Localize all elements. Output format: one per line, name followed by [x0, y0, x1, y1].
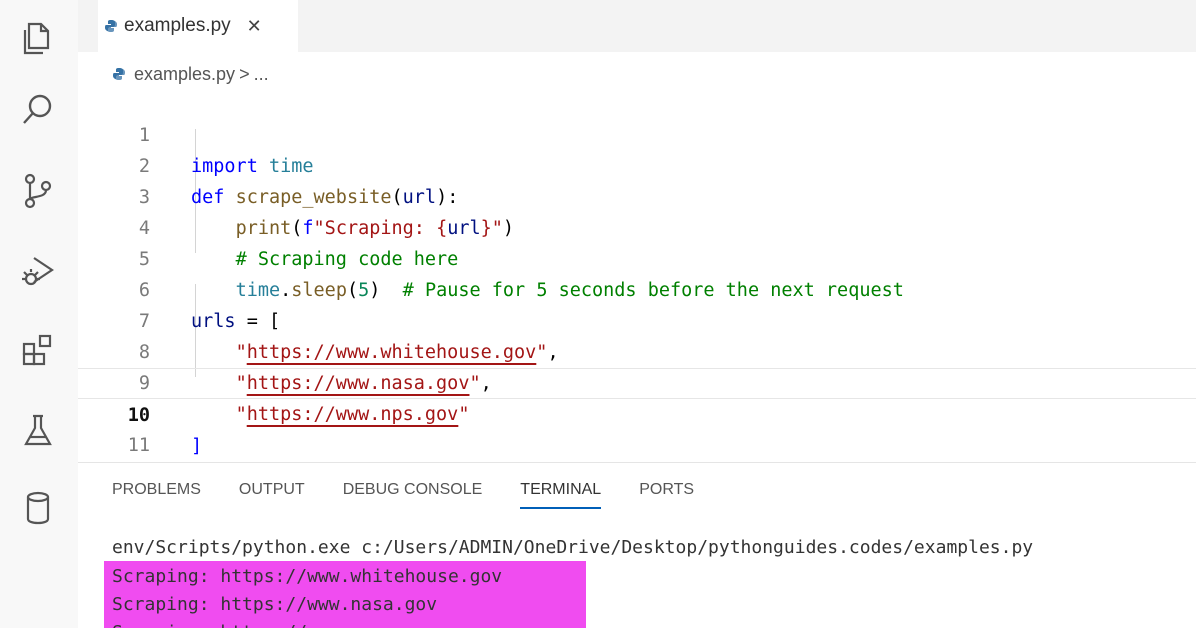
- breadcrumb: examples.py > ...: [112, 60, 269, 88]
- code-line-current[interactable]: 10 ]: [78, 368, 1196, 457]
- tab-ports[interactable]: PORTS: [639, 481, 694, 509]
- code-editor[interactable]: 1 import time 2 def scrape_website(url):…: [78, 88, 1196, 518]
- database-icon[interactable]: [18, 488, 58, 528]
- source-control-icon[interactable]: [18, 170, 58, 210]
- tab-debug-console[interactable]: DEBUG CONSOLE: [343, 481, 483, 509]
- activity-bar: [0, 0, 78, 628]
- search-icon[interactable]: [18, 90, 58, 130]
- close-icon[interactable]: ✕: [247, 16, 262, 37]
- editor-tab-bar: examples.py ✕: [78, 0, 1196, 52]
- tab-output[interactable]: OUTPUT: [239, 481, 305, 509]
- breadcrumb-file[interactable]: examples.py: [134, 64, 235, 85]
- terminal-output-line[interactable]: Scraping: https://www.whitehouse.gov: [112, 563, 502, 591]
- code-line[interactable]: 3 print(f"Scraping: {url}"): [78, 151, 1196, 239]
- tab-examples-py[interactable]: examples.py ✕: [98, 0, 298, 52]
- code-line[interactable]: 9 "https://www.nps.gov": [78, 337, 1196, 425]
- tab-terminal[interactable]: TERMINAL: [520, 481, 602, 509]
- bottom-panel: PROBLEMS OUTPUT DEBUG CONSOLE TERMINAL P…: [78, 462, 1196, 628]
- code-line[interactable]: 11 for url in urls:: [78, 399, 1196, 487]
- breadcrumb-symbol[interactable]: ...: [254, 64, 269, 85]
- code-line[interactable]: 5 time.sleep(5) # Pause for 5 seconds be…: [78, 213, 1196, 301]
- code-line[interactable]: 12 scrape_website(url): [78, 430, 1196, 518]
- tab-problems[interactable]: PROBLEMS: [112, 481, 201, 509]
- terminal-output-line[interactable]: Scraping: https://www.nps.gov: [112, 619, 426, 628]
- tab-label: examples.py: [124, 15, 231, 36]
- extensions-icon[interactable]: [18, 330, 58, 370]
- code-line[interactable]: 1 import time: [78, 89, 1196, 177]
- testing-icon[interactable]: [18, 410, 58, 450]
- code-line[interactable]: 6 urls = [: [78, 244, 1196, 332]
- panel-tabs: PROBLEMS OUTPUT DEBUG CONSOLE TERMINAL P…: [112, 481, 694, 509]
- terminal-output-line[interactable]: Scraping: https://www.nasa.gov: [112, 591, 437, 619]
- run-debug-icon[interactable]: [18, 250, 58, 290]
- code-line[interactable]: 7 "https://www.whitehouse.gov",: [78, 275, 1196, 363]
- explorer-icon[interactable]: [18, 18, 58, 58]
- breadcrumb-separator: >: [239, 63, 250, 84]
- python-file-icon: [113, 68, 125, 80]
- terminal-command-line[interactable]: env/Scripts/python.exe c:/Users/ADMIN/On…: [112, 534, 1033, 562]
- code-line[interactable]: 8 "https://www.nasa.gov",: [78, 306, 1196, 394]
- code-line[interactable]: 2 def scrape_website(url):: [78, 120, 1196, 208]
- python-file-icon: [105, 20, 117, 32]
- code-line[interactable]: 4 # Scraping code here: [78, 182, 1196, 270]
